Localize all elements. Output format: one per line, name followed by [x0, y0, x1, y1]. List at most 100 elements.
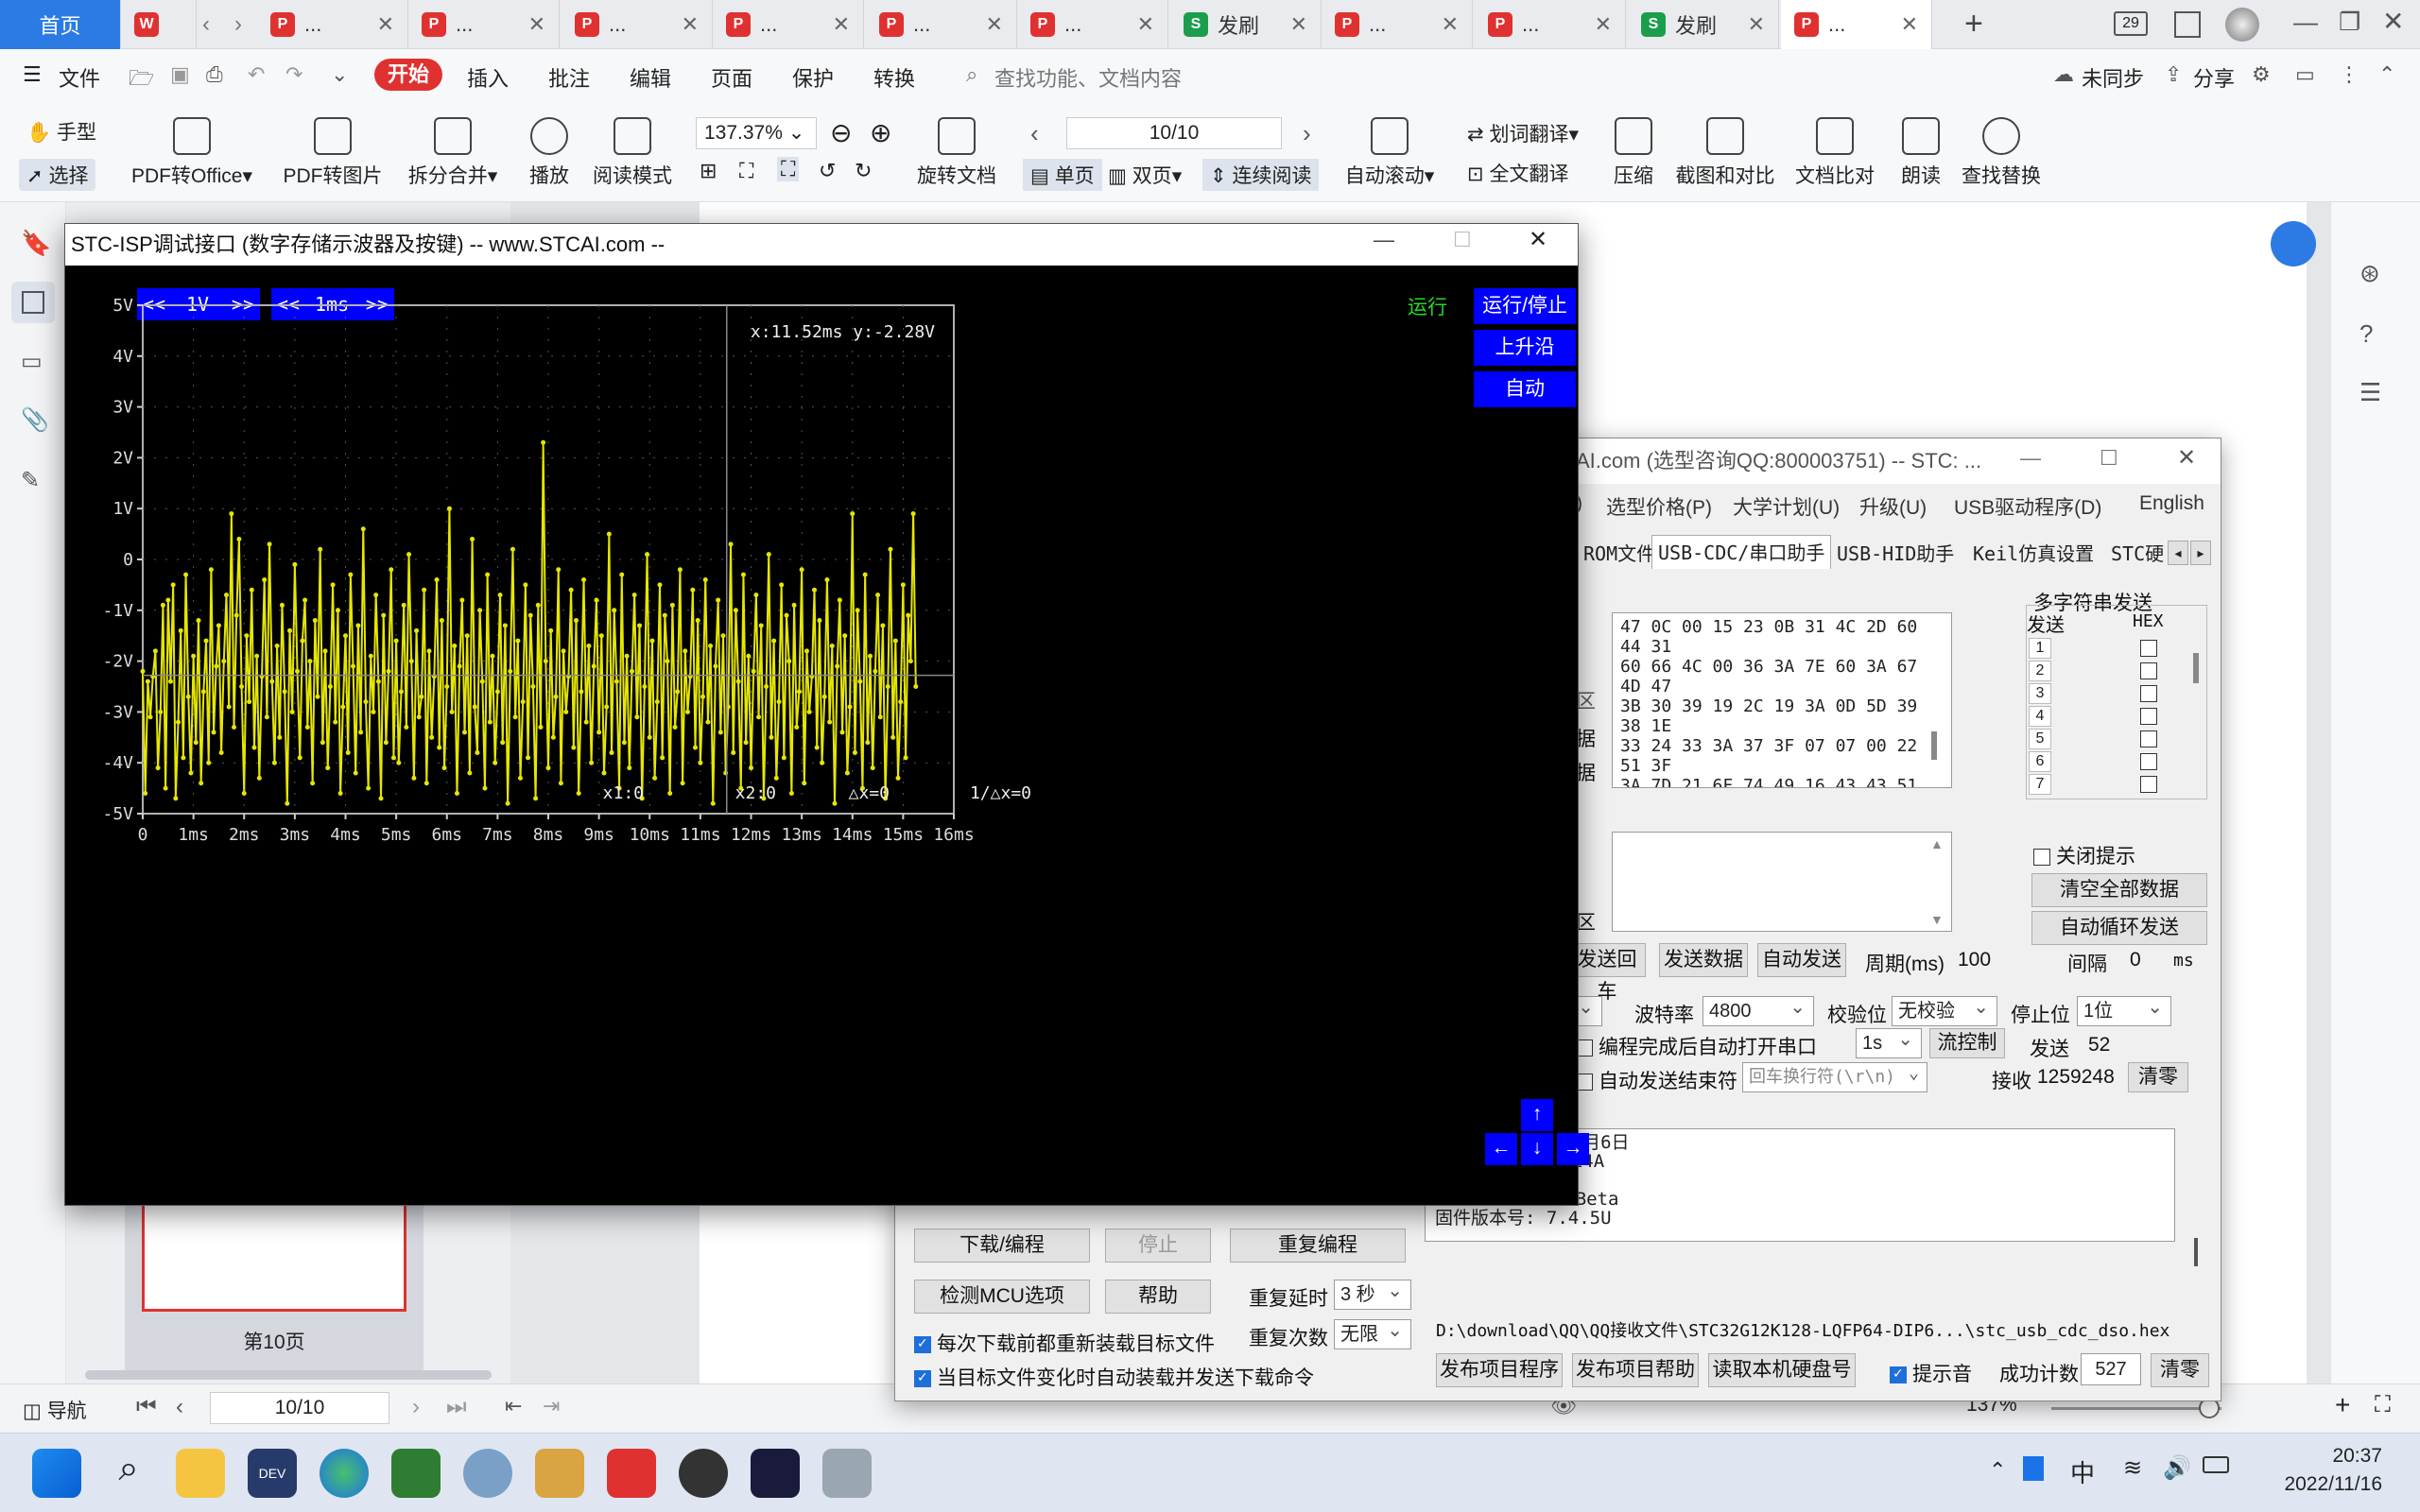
fit-page-icon[interactable]: ⛶: [739, 159, 753, 183]
stc-tab-keil[interactable]: Keil仿真设置: [1967, 539, 2100, 569]
baud-select[interactable]: 4800: [1703, 993, 1814, 1026]
document-tab[interactable]: P... ✕: [866, 0, 1017, 49]
read-disk-button[interactable]: 读取本机硬盘号: [1708, 1353, 1856, 1387]
grid-icon[interactable]: [2174, 11, 2201, 38]
continuous-read-button[interactable]: ⇕ 连续阅读: [1202, 159, 1320, 191]
send-textarea[interactable]: ▲ ▼: [1612, 832, 1952, 932]
stc-tab-usb-cdc[interactable]: USB-CDC/串口助手: [1651, 535, 1832, 569]
parity-select[interactable]: 无校验: [1892, 993, 1997, 1026]
close-hint-box[interactable]: [2033, 849, 2050, 867]
doc-compare-button[interactable]: 文档比对: [1792, 117, 1877, 189]
zoom-plus-icon[interactable]: +: [2335, 1390, 2350, 1420]
archive-icon[interactable]: [535, 1449, 584, 1498]
stop-button[interactable]: 停止: [1105, 1228, 1211, 1263]
send-return-button[interactable]: 发送回车: [1568, 943, 1646, 1003]
adjust-icon[interactable]: ☰: [2360, 378, 2381, 407]
prev-page-status-icon[interactable]: ‹: [176, 1394, 183, 1420]
undo-icon[interactable]: ↶: [248, 62, 265, 87]
tab-scroll-right-button[interactable]: ▸: [2190, 541, 2211, 565]
keil-icon[interactable]: [391, 1449, 441, 1498]
stc-tab-usb-hid[interactable]: USB-HID助手: [1831, 539, 1960, 569]
beep-checkbox[interactable]: 提示音: [1890, 1359, 1972, 1387]
battery-icon[interactable]: [2203, 1456, 2229, 1473]
clock-date[interactable]: 2022/11/16: [2250, 1473, 2382, 1496]
send-scroll-up-icon[interactable]: ▲: [1930, 836, 1944, 851]
logic-analyzer-icon[interactable]: [751, 1449, 800, 1498]
document-tab[interactable]: P... ✕: [408, 0, 560, 49]
multi-send-hex-checkbox[interactable]: [2140, 708, 2157, 725]
nav-toggle[interactable]: ◫ 导航: [23, 1396, 87, 1424]
multi-send-row-button[interactable]: 5: [2029, 729, 2051, 749]
ai-search-icon[interactable]: ⊛: [2360, 259, 2380, 288]
collapse-ribbon-icon[interactable]: ⌃: [2378, 62, 2395, 87]
forward-icon[interactable]: ⇥: [543, 1394, 560, 1418]
search-taskbar-icon[interactable]: ⌕: [104, 1449, 153, 1498]
multi-send-row-button[interactable]: 7: [2029, 774, 2051, 795]
last-page-icon[interactable]: ⏭: [446, 1394, 467, 1420]
menu-page[interactable]: 页面: [711, 62, 752, 93]
document-tab[interactable]: P... ✕: [713, 0, 864, 49]
play-button[interactable]: 播放: [526, 117, 573, 189]
menu-start[interactable]: 开始: [374, 59, 442, 91]
attachment-icon[interactable]: 📎: [21, 406, 49, 434]
end-char-select[interactable]: 回车换行符(\r\n): [1742, 1059, 1927, 1092]
tab-close-icon[interactable]: ✕: [1137, 12, 1154, 37]
auto-loop-send-button[interactable]: 自动循环发送: [2031, 911, 2207, 945]
stc-menu-upgrade[interactable]: 升级(U): [1859, 492, 1927, 521]
auto-end-checkbox[interactable]: 自动发送结束符: [1576, 1066, 1737, 1094]
multi-send-row-button[interactable]: 1: [2029, 638, 2051, 659]
document-tab[interactable]: P... ✕: [257, 0, 408, 49]
multi-send-scrollbar[interactable]: [2193, 653, 2199, 683]
autoload-checkbox[interactable]: 当目标文件变化时自动装载并发送下载命令: [914, 1363, 1314, 1391]
stc-tab-stc-hw[interactable]: STC硬: [2105, 539, 2169, 569]
split-merge-button[interactable]: 拆分合并▾: [401, 117, 505, 189]
select-tool[interactable]: ➚ 选择: [19, 159, 96, 191]
scope-chart[interactable]: 5V4V3V2V1V0-1V-2V-3V-4V-5V0 1ms 2ms 3ms 4ms 5…: [65, 266, 1578, 1205]
beep-box[interactable]: [1890, 1366, 1907, 1384]
repeat-count-select[interactable]: 无限: [1334, 1316, 1411, 1349]
send-data-button[interactable]: 发送数据: [1659, 943, 1748, 977]
rotate-left-icon[interactable]: ↺: [819, 159, 836, 183]
document-tab[interactable]: P... ✕: [1781, 0, 1932, 49]
menu-insert[interactable]: 插入: [467, 62, 509, 93]
download-program-button[interactable]: 下载/编程: [914, 1228, 1090, 1263]
rotate-doc-button[interactable]: 旋转文档: [913, 117, 1000, 189]
auto-scroll-button[interactable]: 自动滚动▾: [1342, 117, 1437, 189]
tab-close-icon[interactable]: ✕: [1901, 12, 1918, 37]
restore-icon[interactable]: ❐: [2339, 8, 2360, 37]
tray-app-icon[interactable]: [2023, 1456, 2044, 1481]
stc-minimize-icon[interactable]: —: [2020, 446, 2041, 471]
thumbnail-scrollbar[interactable]: [85, 1370, 492, 1380]
multi-send-hex-checkbox[interactable]: [2140, 662, 2157, 679]
tab-close-icon[interactable]: ✕: [1748, 12, 1765, 37]
first-page-icon[interactable]: ⏮: [136, 1394, 157, 1420]
word-translate-button[interactable]: ⇄ 划词翻译▾: [1467, 119, 1579, 147]
close-hint-checkbox[interactable]: 关闭提示: [2033, 841, 2135, 869]
autoload-box[interactable]: [914, 1369, 931, 1388]
tab-close-icon[interactable]: ✕: [528, 12, 545, 37]
tab-close-icon[interactable]: ✕: [1442, 12, 1459, 37]
media-player-icon[interactable]: [679, 1449, 728, 1498]
multi-send-hex-checkbox[interactable]: [2140, 776, 2157, 793]
customize-icon[interactable]: ⌄: [331, 62, 348, 87]
wifi-icon[interactable]: ≋: [2123, 1454, 2142, 1482]
multi-send-row-button[interactable]: 3: [2029, 683, 2051, 704]
multi-send-hex-checkbox[interactable]: [2140, 753, 2157, 770]
print-icon[interactable]: ⎙: [206, 62, 223, 87]
find-replace-button[interactable]: 查找替换: [1959, 117, 2044, 189]
tab-close-icon[interactable]: ✕: [682, 12, 699, 37]
hand-tool[interactable]: ✋ 手型: [26, 117, 96, 146]
zoom-out-icon[interactable]: ⊖: [830, 117, 852, 148]
menu-edit[interactable]: 编辑: [630, 62, 671, 93]
full-translate-button[interactable]: ⊡ 全文翻译: [1467, 159, 1568, 187]
tab-close-icon[interactable]: ✕: [986, 12, 1003, 37]
stop-bit-select[interactable]: 1位: [2077, 993, 2171, 1026]
edge-icon[interactable]: [320, 1449, 369, 1498]
redo-icon[interactable]: ↷: [285, 62, 302, 87]
usb-tool-icon[interactable]: [822, 1449, 872, 1498]
multi-send-hex-checkbox[interactable]: [2140, 685, 2157, 702]
share-button[interactable]: 分享: [2193, 62, 2235, 93]
stc-close-icon[interactable]: ✕: [2177, 444, 2196, 472]
thumbnail-tab[interactable]: [11, 282, 55, 323]
document-tab[interactable]: P... ✕: [1475, 0, 1626, 49]
